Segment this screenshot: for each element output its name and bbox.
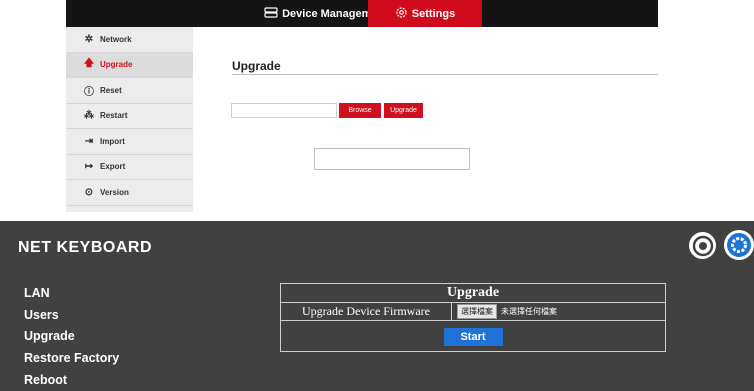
version-icon: ⊙ bbox=[84, 186, 94, 198]
sidebar-item-import[interactable]: ⇥ Import bbox=[66, 129, 193, 155]
start-row: Start bbox=[281, 321, 665, 353]
sidebar-item-network[interactable]: ✲ Network bbox=[66, 27, 193, 53]
sidebar-item-label: Version bbox=[100, 187, 129, 197]
nav-item-upgrade[interactable]: Upgrade bbox=[24, 326, 119, 348]
upgrade-table: Upgrade Upgrade Device Firmware 選擇檔案 未選擇… bbox=[280, 283, 666, 352]
tab-settings[interactable]: Settings bbox=[368, 0, 482, 27]
table-title: Upgrade bbox=[281, 284, 665, 303]
sidebar-item-label: Restart bbox=[100, 111, 128, 121]
browse-button[interactable]: Browse bbox=[339, 103, 381, 118]
eye-icon[interactable] bbox=[689, 232, 716, 259]
sidebar-item-label: Export bbox=[100, 162, 126, 172]
export-icon: ↦ bbox=[84, 161, 94, 173]
restart-icon: ⁂ bbox=[84, 110, 94, 122]
sidebar-item-label: Import bbox=[100, 136, 125, 146]
firmware-row-label: Upgrade Device Firmware bbox=[281, 303, 452, 320]
nav-item-restore-factory[interactable]: Restore Factory bbox=[24, 348, 119, 370]
server-icon bbox=[264, 6, 278, 21]
nav-item-lan[interactable]: LAN bbox=[24, 283, 119, 305]
upgrade-progress-bar bbox=[314, 148, 470, 170]
sidebar-item-version[interactable]: ⊙ Version bbox=[66, 180, 193, 206]
reset-icon: ⓘ bbox=[84, 86, 94, 98]
sidebar-item-label: Upgrade bbox=[100, 60, 133, 70]
sidebar-item-export[interactable]: ↦ Export bbox=[66, 155, 193, 180]
arrow-up-icon: 🡅 bbox=[83, 58, 95, 70]
firmware-row: Upgrade Device Firmware 選擇檔案 未選擇任何檔案 bbox=[281, 303, 665, 321]
sidebar-item-label: Network bbox=[100, 34, 132, 44]
sidebar-item-upgrade[interactable]: 🡅 Upgrade bbox=[66, 52, 193, 78]
main-nav: LAN Users Upgrade Restore Factory Reboot bbox=[24, 283, 119, 391]
no-file-text: 未選擇任何檔案 bbox=[501, 307, 557, 316]
choose-file-button[interactable]: 選擇檔案 bbox=[457, 304, 497, 319]
sidebar-item-restart[interactable]: ⁂ Restart bbox=[66, 104, 193, 129]
nav-item-reboot[interactable]: Reboot bbox=[24, 370, 119, 391]
gear-icon bbox=[395, 6, 408, 22]
page-title: Upgrade bbox=[232, 59, 281, 73]
sidebar-item-label: Reset bbox=[100, 85, 122, 95]
app-title: NET KEYBOARD bbox=[18, 239, 153, 256]
net-keyboard-panel: NET KEYBOARD LAN Users Upgrade Restore F… bbox=[0, 221, 754, 391]
upgrade-button[interactable]: Upgrade bbox=[384, 103, 423, 118]
gear-icon[interactable] bbox=[724, 230, 754, 260]
tab-settings-label: Settings bbox=[411, 7, 456, 20]
file-chooser: 選擇檔案 未選擇任何檔案 bbox=[452, 304, 557, 319]
import-icon: ⇥ bbox=[84, 135, 94, 147]
file-path-input[interactable] bbox=[231, 103, 337, 118]
title-divider bbox=[232, 74, 658, 75]
network-icon: ✲ bbox=[84, 33, 94, 45]
start-button[interactable]: Start bbox=[443, 328, 503, 346]
sidebar-item-reset[interactable]: ⓘ Reset bbox=[66, 78, 193, 104]
settings-sidebar: ✲ Network 🡅 Upgrade ⓘ Reset ⁂ Restart ⇥ … bbox=[66, 27, 193, 212]
top-nav-bar: Device Management Settings bbox=[66, 0, 658, 27]
nav-item-users[interactable]: Users bbox=[24, 305, 119, 327]
